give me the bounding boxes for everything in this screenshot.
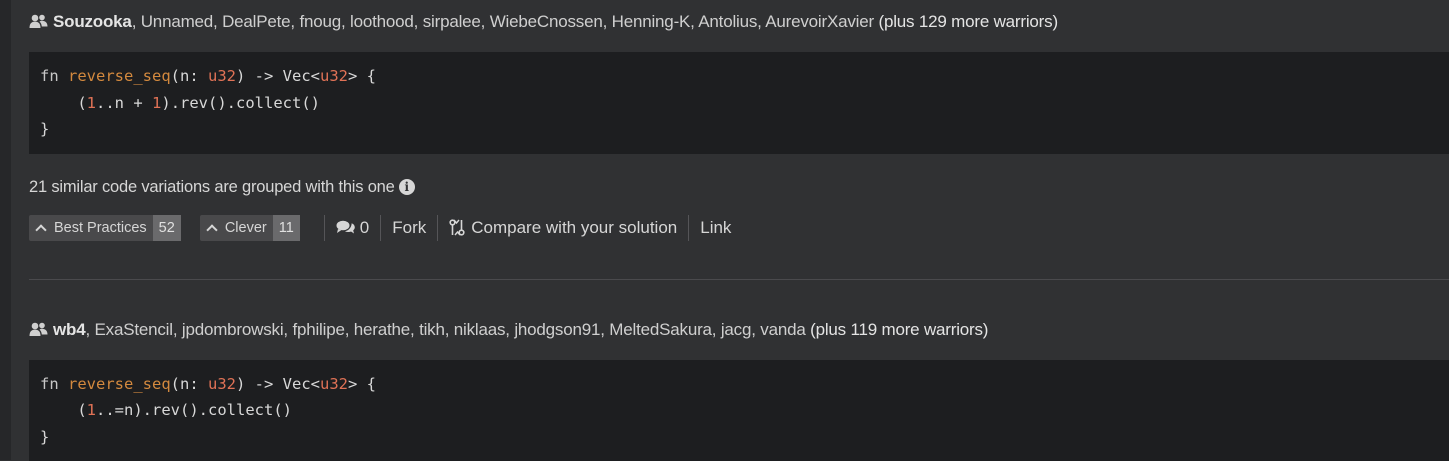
best-practices-label: Best Practices bbox=[54, 220, 147, 236]
warriors-line: wb4, ExaStencil, jpdombrowski, fphilipe,… bbox=[29, 319, 1449, 341]
warrior-link[interactable]: wb4 bbox=[53, 320, 85, 339]
code-number: 1 bbox=[87, 401, 96, 419]
code-type: u32 bbox=[320, 67, 348, 85]
clever-button[interactable]: Clever 11 bbox=[200, 215, 300, 241]
comments-link[interactable]: 0 bbox=[336, 218, 369, 238]
code-text: ).rev().collect() bbox=[161, 94, 320, 112]
warrior-list[interactable]: , ExaStencil, jpdombrowski, fphilipe, he… bbox=[85, 320, 810, 339]
left-strip bbox=[0, 0, 11, 460]
action-separator bbox=[324, 215, 325, 241]
users-icon bbox=[29, 321, 48, 337]
chevron-up-icon bbox=[35, 224, 46, 235]
code-number: 1 bbox=[152, 94, 161, 112]
solution-actions: Best Practices 52 Clever 11 0 Fork bbox=[29, 215, 1449, 241]
code-keyword: fn bbox=[40, 67, 59, 85]
solutions-list: Souzooka, Unnamed, DealPete, fnoug, loot… bbox=[29, 0, 1449, 460]
solutions-divider bbox=[29, 279, 1449, 280]
best-practices-button[interactable]: Best Practices 52 bbox=[29, 215, 181, 241]
comments-icon bbox=[336, 220, 355, 235]
action-separator bbox=[688, 215, 689, 241]
grouped-variations-text: 21 similar code variations are grouped w… bbox=[29, 178, 395, 196]
code-text: ) -> Vec< bbox=[236, 67, 320, 85]
code-type: u32 bbox=[208, 375, 236, 393]
code-block: fn reverse_seq(n: u32) -> Vec<u32> { (1.… bbox=[29, 52, 1449, 154]
code-text: > { bbox=[348, 67, 376, 85]
best-practices-count: 52 bbox=[153, 215, 181, 241]
code-text: ( bbox=[40, 401, 87, 419]
compare-label: Compare with your solution bbox=[471, 218, 677, 238]
action-separator bbox=[380, 215, 381, 241]
code-text: } bbox=[40, 428, 49, 446]
code-type: u32 bbox=[208, 67, 236, 85]
code-keyword: fn bbox=[40, 375, 59, 393]
code-text: > { bbox=[348, 375, 376, 393]
action-separator bbox=[437, 215, 438, 241]
solution-card: Souzooka, Unnamed, DealPete, fnoug, loot… bbox=[29, 11, 1449, 241]
code-text: ( bbox=[40, 94, 87, 112]
more-warriors: (plus 129 more warriors) bbox=[878, 12, 1057, 31]
solution-card: wb4, ExaStencil, jpdombrowski, fphilipe,… bbox=[29, 319, 1449, 461]
code-text: } bbox=[40, 120, 49, 138]
solution-link[interactable]: Link bbox=[700, 218, 731, 238]
code-text: ..=n).rev().collect() bbox=[96, 401, 292, 419]
code-number: 1 bbox=[87, 94, 96, 112]
info-icon[interactable]: i bbox=[399, 179, 415, 195]
users-icon bbox=[29, 13, 48, 29]
warrior-list[interactable]: , Unnamed, DealPete, fnoug, loothood, si… bbox=[132, 12, 879, 31]
warriors-line: Souzooka, Unnamed, DealPete, fnoug, loot… bbox=[29, 11, 1449, 33]
code-text: ..n + bbox=[96, 94, 152, 112]
code-type: u32 bbox=[320, 375, 348, 393]
code-text: ) -> Vec< bbox=[236, 375, 320, 393]
code-text: (n: bbox=[171, 375, 208, 393]
clever-label: Clever bbox=[225, 220, 267, 236]
fork-link[interactable]: Fork bbox=[392, 218, 426, 238]
chevron-up-icon bbox=[206, 224, 217, 235]
more-warriors: (plus 119 more warriors) bbox=[810, 320, 988, 339]
compare-link[interactable]: Compare with your solution bbox=[449, 218, 677, 238]
code-block: fn reverse_seq(n: u32) -> Vec<u32> { (1.… bbox=[29, 360, 1449, 461]
warrior-link[interactable]: Souzooka bbox=[53, 12, 132, 31]
comments-count: 0 bbox=[360, 218, 369, 238]
code-function-name: reverse_seq bbox=[68, 67, 171, 85]
grouped-variations: 21 similar code variations are grouped w… bbox=[29, 176, 1449, 198]
code-function-name: reverse_seq bbox=[68, 375, 171, 393]
code-text: (n: bbox=[171, 67, 208, 85]
compare-icon bbox=[449, 219, 465, 236]
clever-count: 11 bbox=[273, 215, 300, 241]
